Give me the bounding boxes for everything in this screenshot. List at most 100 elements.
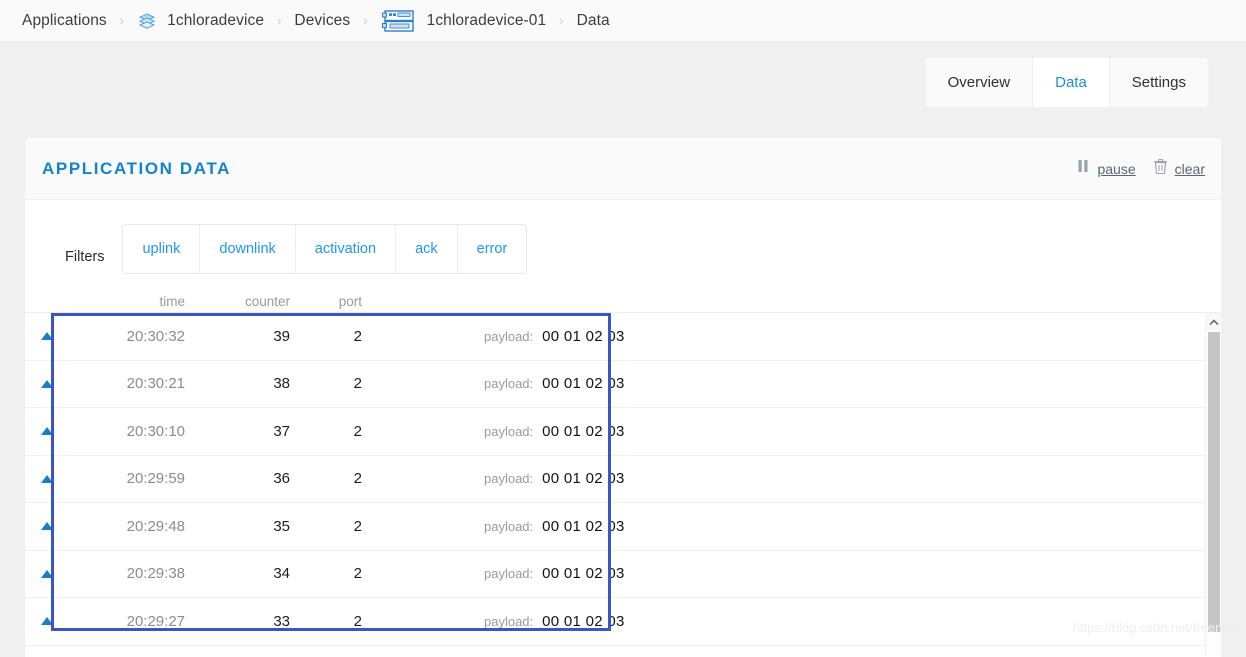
breadcrumb-item-devices[interactable]: Devices (294, 12, 350, 30)
cell-payload: payload: 00 01 02 03 (362, 565, 1221, 582)
payload-value: 00 01 02 03 (542, 517, 625, 535)
payload-value: 00 01 02 03 (542, 612, 625, 630)
filters-row: Filters uplink downlink activation ack e… (25, 200, 1221, 274)
table-row[interactable]: 20:30:21 38 2 payload: 00 01 02 03 (25, 361, 1221, 408)
page-tabs: Overview Data Settings (925, 58, 1208, 107)
pause-icon (1078, 159, 1089, 178)
table-row[interactable]: 20:29:38 34 2 payload: 00 01 02 03 (25, 551, 1221, 598)
cell-payload: payload: 00 01 02 03 (362, 375, 1221, 392)
payload-label: payload: (484, 613, 534, 629)
tab-data[interactable]: Data (1033, 58, 1110, 107)
cell-payload: payload: 00 01 02 03 (362, 518, 1221, 535)
panel-header: APPLICATION DATA pause clear (25, 138, 1221, 200)
filter-ack[interactable]: ack (396, 225, 458, 273)
column-header-port: port (338, 293, 362, 309)
cell-time: 20:30:10 (126, 422, 185, 440)
cell-counter: 35 (273, 517, 290, 535)
payload-label: payload: (484, 566, 534, 582)
cell-counter: 39 (273, 327, 290, 345)
breadcrumb-separator: › (363, 13, 368, 28)
device-board-icon (381, 9, 417, 33)
cell-port: 2 (353, 422, 362, 440)
payload-label: payload: (484, 376, 534, 392)
pause-label: pause (1097, 160, 1136, 177)
direction-uplink-icon (41, 474, 63, 483)
payload-value: 00 01 02 03 (542, 375, 625, 393)
breadcrumb-label: 1chloradevice (167, 11, 265, 29)
direction-uplink-icon (41, 569, 63, 578)
filter-button-group: uplink downlink activation ack error (122, 224, 528, 274)
breadcrumb-item-device[interactable]: 1chloradevice-01 (381, 9, 547, 33)
cell-payload: payload: 00 01 02 03 (362, 423, 1221, 440)
payload-label: payload: (484, 423, 534, 439)
table-scrollbar[interactable] (1205, 313, 1221, 654)
cell-payload: payload: 00 01 02 03 (362, 470, 1221, 487)
chevron-up-icon (1209, 313, 1219, 331)
table-row[interactable] (25, 646, 1221, 657)
payload-value: 00 01 02 03 (542, 327, 625, 345)
tab-overview[interactable]: Overview (925, 58, 1034, 107)
table-header-row: time counter port (25, 290, 1221, 312)
breadcrumb-separator: › (559, 13, 564, 28)
filter-activation[interactable]: activation (295, 225, 397, 273)
direction-uplink-icon (41, 332, 63, 341)
direction-uplink-icon (41, 427, 63, 436)
cell-port: 2 (353, 517, 362, 535)
cell-time: 20:29:48 (126, 517, 185, 535)
cell-counter: 37 (273, 422, 290, 440)
application-data-panel: APPLICATION DATA pause clear Filters upl… (25, 138, 1221, 657)
cell-port: 2 (353, 565, 362, 583)
payload-value: 00 01 02 03 (542, 565, 625, 583)
payload-label: payload: (484, 328, 534, 344)
breadcrumb-label: Applications (22, 11, 107, 29)
breadcrumb-item-application[interactable]: 1chloradevice (137, 11, 264, 31)
table-row[interactable]: 20:29:59 36 2 payload: 00 01 02 03 (25, 456, 1221, 503)
filter-error[interactable]: error (457, 225, 527, 273)
column-header-counter: counter (244, 293, 290, 309)
payload-label: payload: (484, 471, 534, 487)
cell-time: 20:29:38 (126, 565, 185, 583)
table-row[interactable]: 20:30:32 39 2 payload: 00 01 02 03 (25, 313, 1221, 361)
page-title: APPLICATION DATA (42, 158, 231, 178)
payload-value: 00 01 02 03 (542, 422, 625, 440)
breadcrumb-label: Devices (294, 11, 351, 29)
tab-settings[interactable]: Settings (1109, 58, 1208, 107)
direction-uplink-icon (41, 379, 63, 388)
cell-port: 2 (353, 375, 362, 393)
pause-button[interactable]: pause (1078, 159, 1136, 178)
layers-icon (137, 11, 157, 31)
cell-time: 20:29:59 (126, 470, 185, 488)
trash-icon (1153, 158, 1167, 179)
direction-uplink-icon (41, 522, 63, 531)
filters-label: Filters (65, 249, 105, 265)
cell-port: 2 (353, 470, 362, 488)
cell-time: 20:29:27 (126, 612, 185, 630)
breadcrumb-separator: › (277, 13, 282, 28)
data-table: time counter port 20:30:32 39 2 payload:… (25, 290, 1221, 657)
breadcrumb-item-applications[interactable]: Applications (22, 12, 107, 30)
filter-uplink[interactable]: uplink (123, 225, 201, 273)
watermark: https://blog.csdn.net/freemote (1072, 620, 1244, 635)
filter-downlink[interactable]: downlink (200, 225, 296, 273)
breadcrumb: Applications › 1chloradevice › Devices › (0, 0, 1246, 42)
cell-port: 2 (353, 612, 362, 630)
clear-button[interactable]: clear (1153, 158, 1205, 179)
table-row[interactable]: 20:30:10 37 2 payload: 00 01 02 03 (25, 408, 1221, 456)
breadcrumb-item-data[interactable]: Data (577, 12, 610, 30)
scroll-up-button[interactable] (1206, 313, 1221, 330)
table-row[interactable]: 20:29:48 35 2 payload: 00 01 02 03 (25, 503, 1221, 551)
cell-payload: payload: 00 01 02 03 (362, 328, 1221, 345)
cell-port: 2 (353, 327, 362, 345)
direction-uplink-icon (41, 617, 63, 626)
payload-label: payload: (484, 518, 534, 534)
clear-label: clear (1174, 160, 1205, 177)
breadcrumb-label: 1chloradevice-01 (426, 11, 547, 29)
table-row[interactable]: 20:29:27 33 2 payload: 00 01 02 03 (25, 598, 1221, 646)
breadcrumb-separator: › (119, 13, 125, 28)
panel-actions: pause clear (1078, 158, 1205, 179)
payload-value: 00 01 02 03 (542, 470, 625, 488)
scrollbar-thumb[interactable] (1208, 332, 1220, 632)
cell-counter: 36 (273, 470, 290, 488)
table-body: 20:30:32 39 2 payload: 00 01 02 03 20:30… (25, 312, 1221, 657)
column-header-time: time (159, 293, 185, 309)
